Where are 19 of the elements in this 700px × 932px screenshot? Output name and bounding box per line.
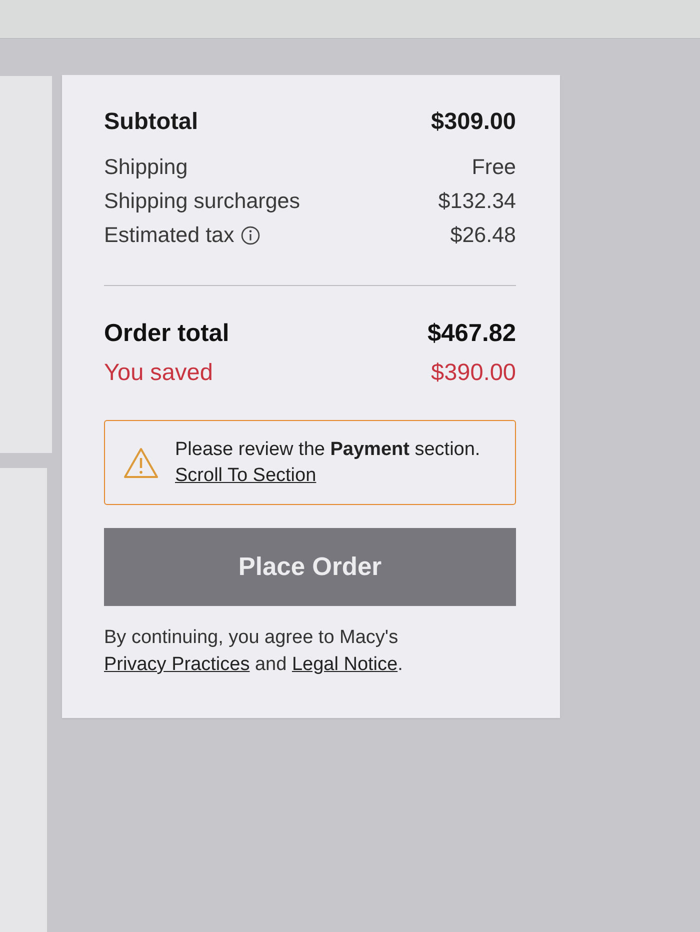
alert-message: Please review the Payment section.	[175, 438, 480, 462]
info-icon[interactable]	[241, 226, 260, 244]
legal-notice-text: By continuing, you agree to Macy's Privacy Practices and Legal Notice.	[104, 626, 404, 677]
savings-value: $390.00	[431, 358, 516, 386]
line-value: $132.34	[438, 188, 516, 214]
subtotal-label: Subtotal	[104, 108, 198, 134]
order-total-label: Order total	[104, 320, 230, 348]
line-value: $26.48	[450, 222, 516, 248]
savings-label: You saved	[104, 358, 213, 386]
line-value: Free	[472, 154, 516, 180]
subtotal-value: $309.00	[431, 108, 516, 134]
line-label: Shipping	[104, 154, 188, 180]
scroll-to-section-link[interactable]: Scroll To Section	[175, 462, 316, 488]
legal-link[interactable]: Legal Notice	[292, 654, 398, 675]
line-label: Shipping surcharges	[104, 188, 300, 214]
legal-link[interactable]: Privacy Practices	[104, 654, 250, 675]
warning-icon	[123, 446, 159, 478]
line-label: Estimated tax	[104, 222, 234, 248]
order-total-value: $467.82	[427, 320, 516, 348]
